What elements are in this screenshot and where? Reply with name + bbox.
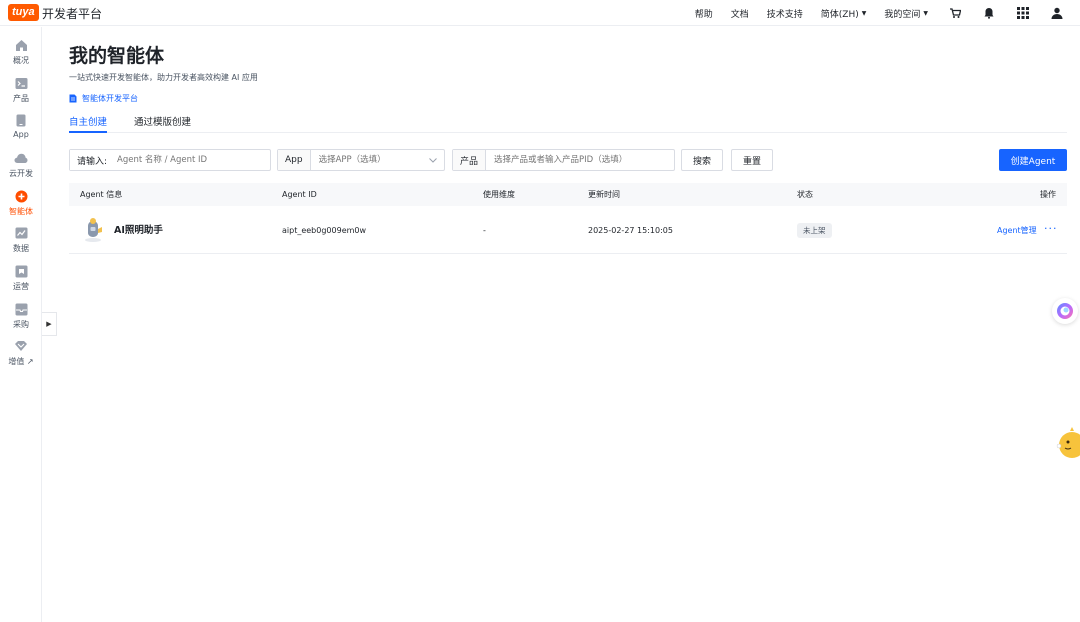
- chart-icon: [14, 226, 28, 240]
- sidebar-item-label: 采购: [13, 320, 29, 329]
- product-select-input[interactable]: [486, 150, 674, 170]
- sidebar-item-product[interactable]: 产品: [0, 74, 42, 108]
- sidebar: 概况 产品 App 云开发 智能体 数据 运营 采购 增值 ↗: [0, 27, 42, 622]
- app-select-label: App: [278, 150, 311, 170]
- usage-dimension: -: [483, 226, 486, 235]
- search-button[interactable]: 搜索: [681, 149, 723, 171]
- caret-down-icon: ▼: [923, 9, 928, 17]
- sidebar-item-agent[interactable]: 智能体: [0, 187, 42, 221]
- sidebar-item-label: 运营: [13, 282, 29, 291]
- agent-manage-link[interactable]: Agent管理: [997, 207, 1037, 254]
- nav-tech-support-label: 技术支持: [766, 9, 803, 20]
- search-label: 请输入:: [70, 150, 110, 170]
- sidebar-item-label: 数据: [13, 244, 29, 253]
- apps-grid-icon[interactable]: [1016, 6, 1030, 20]
- column-header: Agent 信息: [80, 190, 123, 199]
- sidebar-item-cloud[interactable]: 云开发: [0, 149, 42, 183]
- sidebar-item-overview[interactable]: 概况: [0, 36, 42, 70]
- user-icon[interactable]: [1050, 6, 1064, 20]
- agent-dev-platform-link[interactable]: 智能体开发平台: [69, 93, 138, 104]
- terminal-icon: [14, 76, 28, 90]
- value-added-icon: [14, 339, 28, 353]
- create-agent-button[interactable]: 创建Agent: [999, 149, 1067, 171]
- my-space-label: 我的空间: [884, 9, 921, 20]
- column-header: 操作: [1040, 190, 1056, 199]
- sidebar-item-operation[interactable]: 运营: [0, 262, 42, 296]
- document-icon: [69, 94, 77, 103]
- tab-template-create[interactable]: 通过模版创建: [134, 114, 191, 133]
- caret-down-icon: ▼: [861, 9, 867, 17]
- sidebar-item-label: App: [13, 130, 29, 139]
- nav-help[interactable]: 帮助: [695, 7, 713, 20]
- nav-docs-label: 文档: [730, 9, 749, 20]
- sidebar-expand-toggle[interactable]: ▶: [42, 312, 57, 336]
- home-icon: [14, 38, 28, 52]
- sidebar-item-value-added[interactable]: 增值 ↗: [0, 337, 42, 371]
- sidebar-item-label: 概况: [13, 56, 29, 65]
- nav-docs[interactable]: 文档: [731, 7, 749, 20]
- bell-icon[interactable]: [982, 6, 996, 20]
- chevron-down-icon: [429, 156, 437, 165]
- top-bar: tuya 开发者平台 帮助 文档 技术支持 简体(ZH) ▼ 我的空间 ▼: [0, 0, 1080, 26]
- phone-icon: [14, 113, 28, 127]
- table-header: Agent 信息 Agent ID 使用维度 更新时间 状态 操作: [69, 183, 1067, 206]
- mascot-icon: [1056, 427, 1080, 458]
- sidebar-item-label: 云开发: [9, 169, 33, 178]
- app-select[interactable]: App: [277, 149, 445, 171]
- tab-self-create[interactable]: 自主创建: [69, 114, 108, 133]
- my-space-dropdown[interactable]: 我的空间 ▼: [884, 7, 928, 20]
- page-subtitle: 一站式快速开发智能体，助力开发者高效构建 AI 应用: [69, 73, 258, 82]
- nav-tech-support[interactable]: 技术支持: [767, 7, 803, 20]
- table-row: AI照明助手 aipt_eeb0g009em0w - 2025-02-27 15…: [69, 207, 1067, 254]
- top-nav: 帮助 文档 技术支持 简体(ZH) ▼ 我的空间 ▼: [677, 0, 1064, 26]
- agent-search-field: 请输入:: [69, 149, 271, 171]
- cloud-icon: [14, 151, 28, 165]
- purchase-icon: [14, 302, 28, 316]
- ai-orb-icon: [1057, 303, 1073, 319]
- product-select[interactable]: 产品: [452, 149, 675, 171]
- page-title: 我的智能体: [69, 45, 165, 67]
- updated-time: 2025-02-27 15:10:05: [588, 226, 673, 235]
- sidebar-item-app[interactable]: App: [0, 111, 42, 145]
- caret-right-icon: ▶: [46, 320, 52, 328]
- sidebar-item-label: 增值 ↗: [8, 357, 34, 366]
- sidebar-item-label: 产品: [13, 94, 29, 103]
- language-label: 简体(ZH): [820, 9, 859, 20]
- column-header: Agent ID: [282, 190, 317, 199]
- column-header: 状态: [797, 190, 813, 199]
- agent-avatar: [82, 217, 104, 243]
- platform-name[interactable]: 开发者平台: [42, 5, 102, 22]
- app-select-input[interactable]: [310, 150, 429, 170]
- sidebar-item-purchase[interactable]: 采购: [0, 300, 42, 334]
- column-header: 使用维度: [483, 190, 515, 199]
- reset-button[interactable]: 重置: [731, 149, 773, 171]
- mascot-helper-button[interactable]: [1056, 426, 1080, 464]
- language-dropdown[interactable]: 简体(ZH) ▼: [821, 7, 867, 20]
- doc-link-label: 智能体开发平台: [82, 94, 138, 103]
- status-badge: 未上架: [797, 223, 832, 238]
- column-header: 更新时间: [588, 190, 620, 199]
- tab-bar: 自主创建 通过模版创建: [69, 114, 1067, 133]
- sidebar-item-data[interactable]: 数据: [0, 224, 42, 258]
- nav-help-label: 帮助: [694, 9, 713, 20]
- agent-name[interactable]: AI照明助手: [114, 207, 163, 254]
- product-select-label: 产品: [453, 150, 487, 170]
- cart-icon[interactable]: [948, 6, 962, 20]
- agent-icon: [14, 189, 28, 203]
- agent-search-input[interactable]: [109, 150, 270, 170]
- operation-icon: [14, 264, 28, 278]
- ai-assistant-float-button[interactable]: [1052, 298, 1078, 324]
- tuya-logo[interactable]: tuya: [8, 4, 39, 21]
- more-actions-icon[interactable]: ···: [1044, 207, 1058, 251]
- sidebar-item-label: 智能体: [9, 207, 33, 216]
- agent-id: aipt_eeb0g009em0w: [282, 226, 367, 235]
